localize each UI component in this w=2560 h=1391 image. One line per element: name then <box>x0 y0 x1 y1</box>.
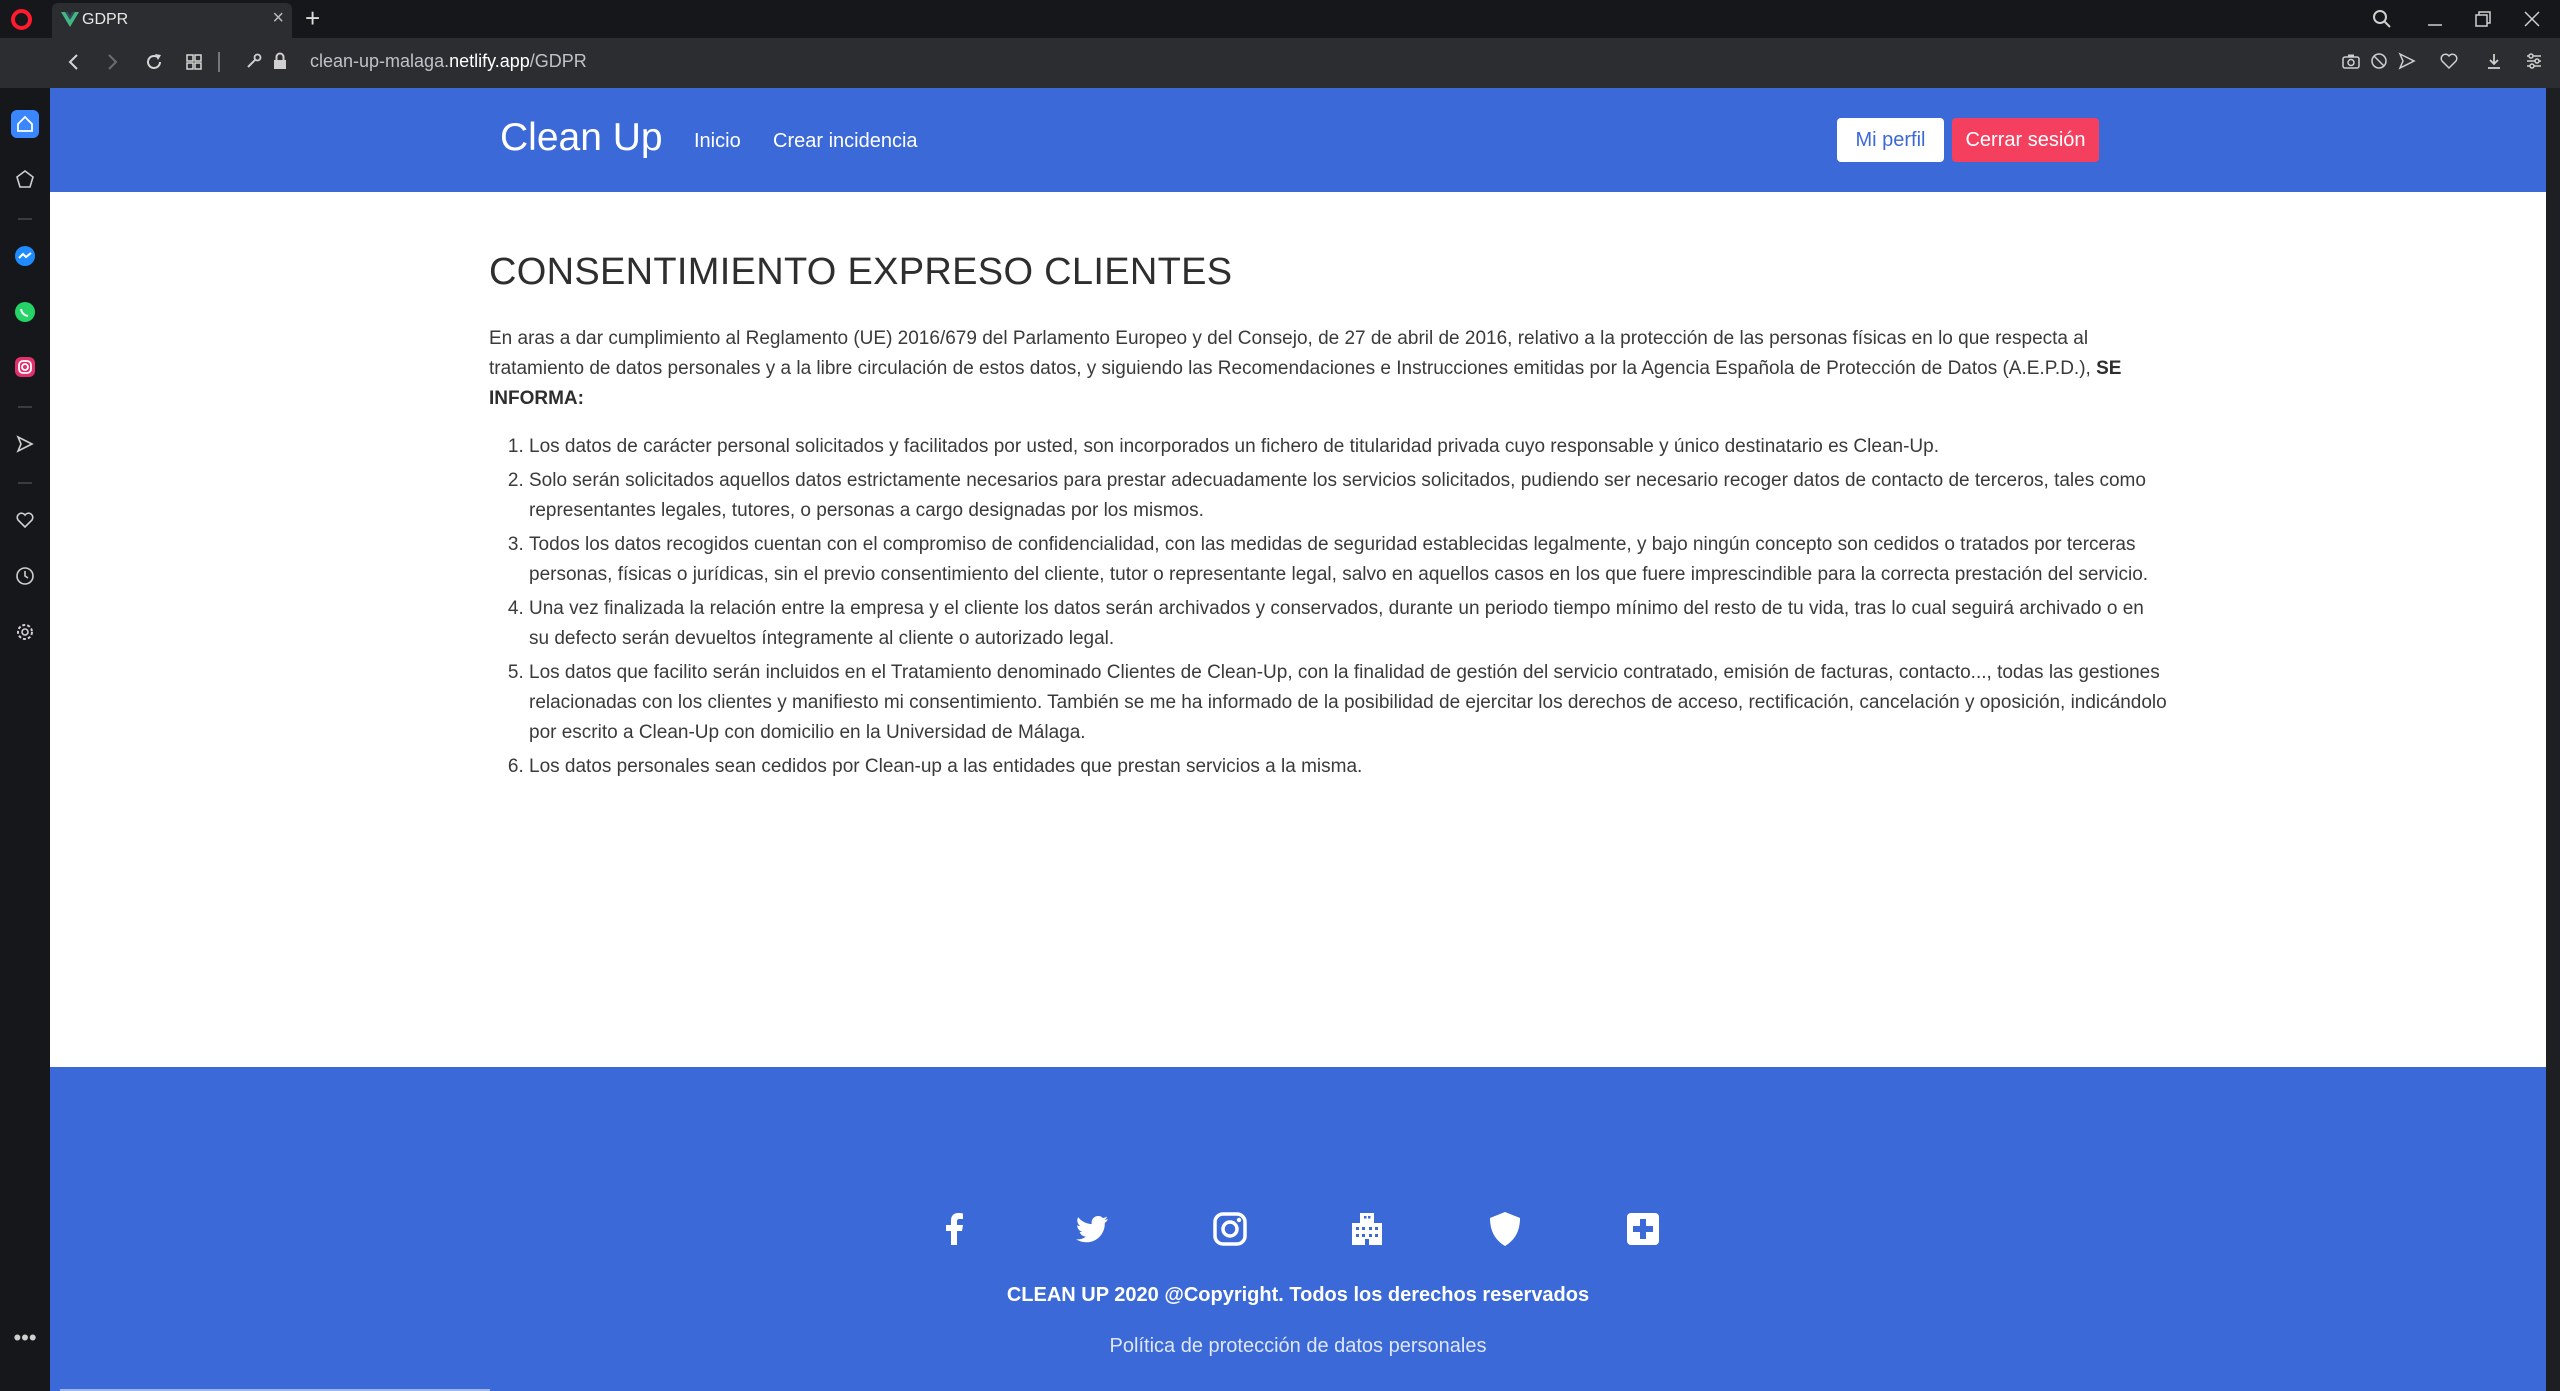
whatsapp-icon[interactable] <box>11 298 39 326</box>
url-host-main: netlify.app <box>449 51 530 71</box>
ad-blocker-icon[interactable] <box>2369 51 2389 71</box>
settings-gear-icon[interactable] <box>11 618 39 646</box>
lock-icon[interactable] <box>270 51 290 71</box>
address-bar: clean-up-malaga.netlify.app/GDPR <box>0 38 2560 88</box>
restore-icon[interactable] <box>2473 9 2493 29</box>
flow-send-icon[interactable] <box>11 430 39 458</box>
pinboard-icon[interactable] <box>11 165 39 193</box>
sidebar-separator <box>18 482 32 484</box>
browser-sidebar: ••• <box>0 88 50 1391</box>
instagram-sidebar-icon[interactable] <box>11 353 39 381</box>
browser-tab-bar: GDPR × + <box>0 0 2560 38</box>
url-text[interactable]: clean-up-malaga.netlify.app/GDPR <box>310 51 587 72</box>
privacy-policy-link[interactable]: Política de protección de datos personal… <box>50 1335 2546 1358</box>
list-item: Los datos personales sean cedidos por Cl… <box>529 752 2169 782</box>
list-item: Los datos que facilito serán incluidos e… <box>529 658 2169 748</box>
search-tabs-icon[interactable] <box>2372 9 2392 29</box>
vue-favicon-icon <box>61 12 79 27</box>
minimize-icon[interactable] <box>2425 9 2445 29</box>
easy-setup-icon[interactable] <box>2524 51 2544 71</box>
shield-icon[interactable] <box>1485 1209 1525 1249</box>
medical-plus-icon[interactable] <box>1623 1209 1663 1249</box>
copyright-text: CLEAN UP 2020 @Copyright. Todos los dere… <box>1006 1284 1590 1306</box>
intro-paragraph: En aras a dar cumplimiento al Reglamento… <box>489 324 2169 414</box>
site-footer: CLEAN UP 2020 @Copyright. Todos los dere… <box>50 1067 2546 1391</box>
bookmark-heart-icon[interactable] <box>2439 51 2459 71</box>
gdpr-content: CONSENTIMIENTO EXPRESO CLIENTES En aras … <box>489 248 2169 786</box>
messenger-icon[interactable] <box>11 242 39 270</box>
consent-list: Los datos de carácter personal solicitad… <box>489 432 2169 782</box>
building-icon[interactable] <box>1347 1209 1387 1249</box>
list-item: Los datos de carácter personal solicitad… <box>529 432 2169 462</box>
history-clock-icon[interactable] <box>11 562 39 590</box>
page-title: CONSENTIMIENTO EXPRESO CLIENTES <box>489 251 1233 293</box>
sidebar-separator <box>18 218 32 220</box>
instagram-icon[interactable] <box>1210 1209 1250 1249</box>
address-divider <box>218 52 220 72</box>
close-window-icon[interactable] <box>2522 9 2542 29</box>
site-settings-icon[interactable] <box>244 51 264 71</box>
speed-dial-grid-icon[interactable] <box>184 52 204 72</box>
intro-text: En aras a dar cumplimiento al Reglamento… <box>489 328 2091 379</box>
profile-button[interactable]: Mi perfil <box>1837 118 1944 162</box>
tab-title: GDPR <box>82 11 129 28</box>
scrollbar[interactable] <box>2546 88 2560 1391</box>
browser-tab[interactable]: GDPR × <box>52 3 292 38</box>
url-path: /GDPR <box>529 51 587 71</box>
bookmarks-heart-icon[interactable] <box>11 506 39 534</box>
download-icon[interactable] <box>2484 51 2504 71</box>
list-item: Una vez finalizada la relación entre la … <box>529 594 2169 654</box>
back-icon[interactable] <box>64 52 84 72</box>
list-item: Solo serán solicitados aquellos datos es… <box>529 466 2169 526</box>
more-options-icon[interactable]: ••• <box>11 1324 39 1352</box>
list-item: Todos los datos recogidos cuentan con el… <box>529 530 2169 590</box>
twitter-icon[interactable] <box>1072 1209 1112 1249</box>
site-navbar: Clean Up Inicio Crear incidencia Mi perf… <box>50 88 2546 192</box>
nav-link-crear-incidencia[interactable]: Crear incidencia <box>773 130 918 153</box>
send-flow-icon[interactable] <box>2397 51 2417 71</box>
nav-link-inicio[interactable]: Inicio <box>694 130 741 153</box>
opera-logo-icon[interactable] <box>11 9 32 30</box>
home-icon[interactable] <box>11 110 39 138</box>
reload-icon[interactable] <box>144 52 164 72</box>
tab-close-icon[interactable]: × <box>272 8 284 28</box>
site-brand[interactable]: Clean Up <box>500 116 663 160</box>
page-viewport: Clean Up Inicio Crear incidencia Mi perf… <box>50 88 2546 1391</box>
new-tab-button[interactable]: + <box>305 5 320 31</box>
url-host-prefix: clean-up-malaga. <box>310 51 450 71</box>
snapshot-camera-icon[interactable] <box>2341 51 2361 71</box>
logout-button[interactable]: Cerrar sesión <box>1952 118 2099 162</box>
forward-icon[interactable] <box>102 52 122 72</box>
facebook-icon[interactable] <box>935 1209 975 1249</box>
sidebar-separator <box>18 406 32 408</box>
